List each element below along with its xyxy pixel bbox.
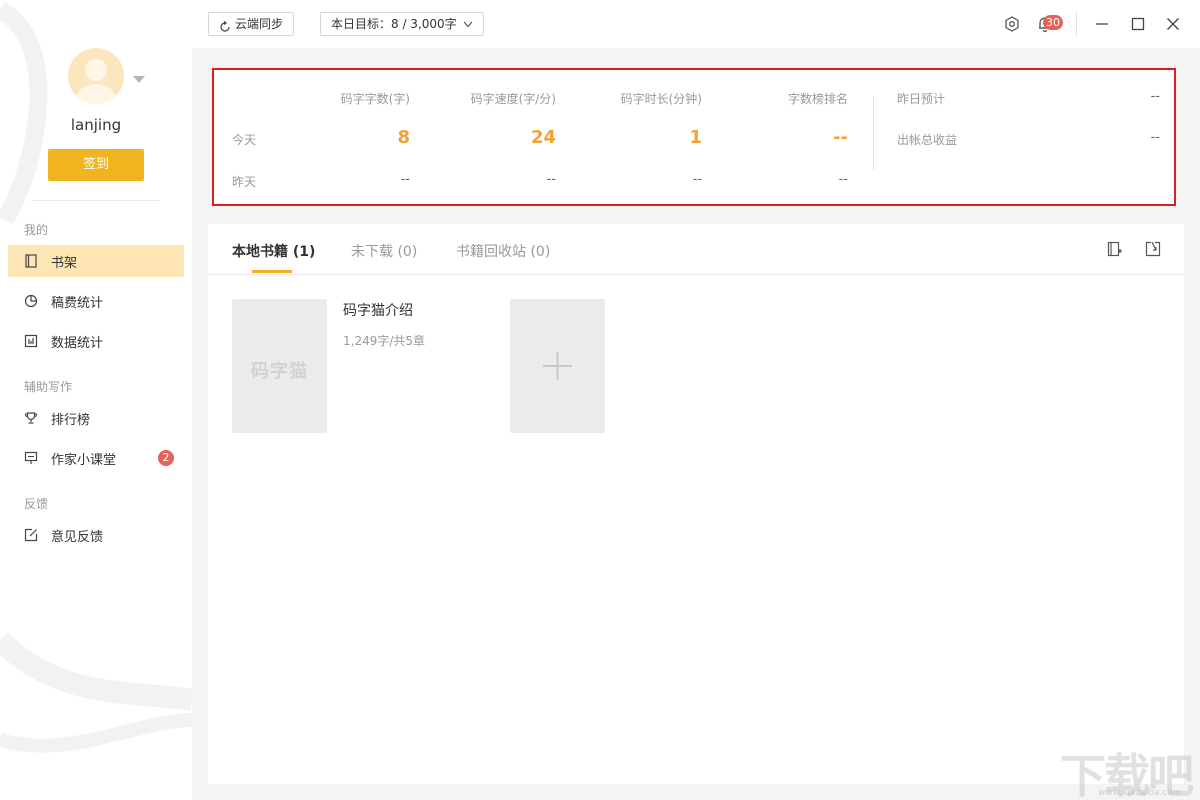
book-cover[interactable]: 码字猫	[232, 299, 327, 433]
sidebar-item-rankings[interactable]: 排行榜	[8, 402, 184, 434]
bookshelf-panel: 本地书籍 (1) 未下载 (0) 书籍回收站 (0) 码字猫 码字猫介绍 1,2…	[208, 224, 1184, 784]
stat-header-word-count: 码字字数(字)	[340, 92, 410, 106]
add-book-button[interactable]	[510, 299, 605, 433]
section-label-feedback: 反馈	[24, 497, 49, 511]
daily-goal-label: 本日目标：8 / 3,000字	[331, 17, 457, 31]
edit-icon	[24, 528, 38, 542]
bar-chart-icon	[24, 334, 38, 348]
yesterday-duration: --	[692, 172, 702, 187]
total-earnings-label: 出帐总收益	[897, 133, 958, 147]
account-dropdown-icon[interactable]	[133, 76, 145, 83]
writing-stats-panel: 码字字数(字) 码字速度(字/分) 码字时长(分钟) 字数榜排名 今天 8 24…	[212, 68, 1176, 206]
yesterday-speed: --	[546, 172, 556, 187]
divider	[208, 274, 1184, 275]
total-earnings-value: --	[1150, 130, 1160, 145]
close-icon[interactable]	[1163, 14, 1183, 34]
book-meta: 1,249字/共5章	[343, 334, 426, 348]
book-title[interactable]: 码字猫介绍	[343, 300, 413, 320]
stat-header-ranking: 字数榜排名	[787, 92, 848, 106]
sidebar-item-label: 书架	[51, 255, 78, 271]
active-tab-indicator	[252, 270, 292, 273]
sidebar-item-bookshelf[interactable]: 书架	[8, 245, 184, 277]
refresh-icon	[219, 18, 231, 32]
top-bar: 云端同步 本日目标：8 / 3,000字 30	[192, 0, 1200, 48]
today-speed: 24	[530, 127, 556, 148]
sidebar-item-feedback[interactable]: 意见反馈	[8, 519, 184, 551]
import-icon[interactable]	[1144, 240, 1162, 258]
yesterday-ranking: --	[838, 172, 848, 187]
tab-recycle-bin[interactable]: 书籍回收站 (0)	[456, 241, 550, 261]
maximize-icon[interactable]	[1128, 14, 1148, 34]
classroom-icon	[24, 451, 38, 465]
pie-chart-icon	[24, 294, 38, 308]
sidebar-item-label: 意见反馈	[51, 529, 104, 545]
sidebar-item-label: 作家小课堂	[51, 452, 117, 468]
chevron-down-icon	[463, 13, 473, 35]
settings-icon[interactable]	[1002, 14, 1022, 34]
section-label-writing-aids: 辅助写作	[24, 380, 73, 394]
signin-button[interactable]: 签到	[48, 149, 144, 181]
sidebar-item-label: 排行榜	[51, 412, 91, 428]
row-label-yesterday: 昨天	[232, 175, 257, 189]
sidebar-item-royalty-stats[interactable]: 稿费统计	[8, 285, 184, 317]
username: lanjing	[70, 116, 122, 134]
new-book-icon[interactable]	[1106, 240, 1124, 258]
sidebar-item-writer-class[interactable]: 作家小课堂 2	[8, 442, 184, 474]
stat-header-speed: 码字速度(字/分)	[470, 92, 556, 106]
unread-badge: 2	[158, 450, 174, 466]
divider	[873, 96, 874, 170]
sidebar: lanjing 签到 我的 书架 稿费统计 数据统计 辅助写作 排行榜 作家小课…	[0, 0, 192, 800]
trophy-icon	[24, 411, 38, 425]
sidebar-item-data-stats[interactable]: 数据统计	[8, 325, 184, 357]
row-label-today: 今天	[232, 133, 257, 147]
book-cover-logo: 码字猫	[251, 361, 308, 382]
notification-badge: 30	[1043, 15, 1063, 30]
watermark-url: www.xiazaiba.com	[1098, 788, 1182, 798]
daily-goal-dropdown[interactable]: 本日目标：8 / 3,000字	[320, 12, 484, 36]
avatar[interactable]	[68, 48, 124, 104]
tab-not-downloaded[interactable]: 未下载 (0)	[351, 241, 417, 261]
yesterday-estimate-value: --	[1150, 89, 1160, 104]
divider	[32, 200, 160, 201]
yesterday-estimate-label: 昨日预计	[897, 92, 946, 106]
cloud-sync-label: 云端同步	[235, 17, 284, 31]
sidebar-item-label: 数据统计	[51, 335, 104, 351]
minimize-icon[interactable]	[1092, 14, 1112, 34]
today-word-count: 8	[397, 127, 410, 148]
book-icon	[24, 254, 38, 268]
divider	[1076, 12, 1077, 36]
today-duration: 1	[689, 127, 702, 148]
stat-header-duration: 码字时长(分钟)	[620, 92, 702, 106]
cloud-sync-button[interactable]: 云端同步	[208, 12, 295, 36]
section-label-mine: 我的	[24, 223, 49, 237]
today-ranking: --	[833, 127, 848, 148]
tab-local-books[interactable]: 本地书籍 (1)	[232, 241, 315, 261]
yesterday-word-count: --	[400, 172, 410, 187]
plus-icon	[543, 352, 572, 380]
sidebar-item-label: 稿费统计	[51, 295, 104, 311]
